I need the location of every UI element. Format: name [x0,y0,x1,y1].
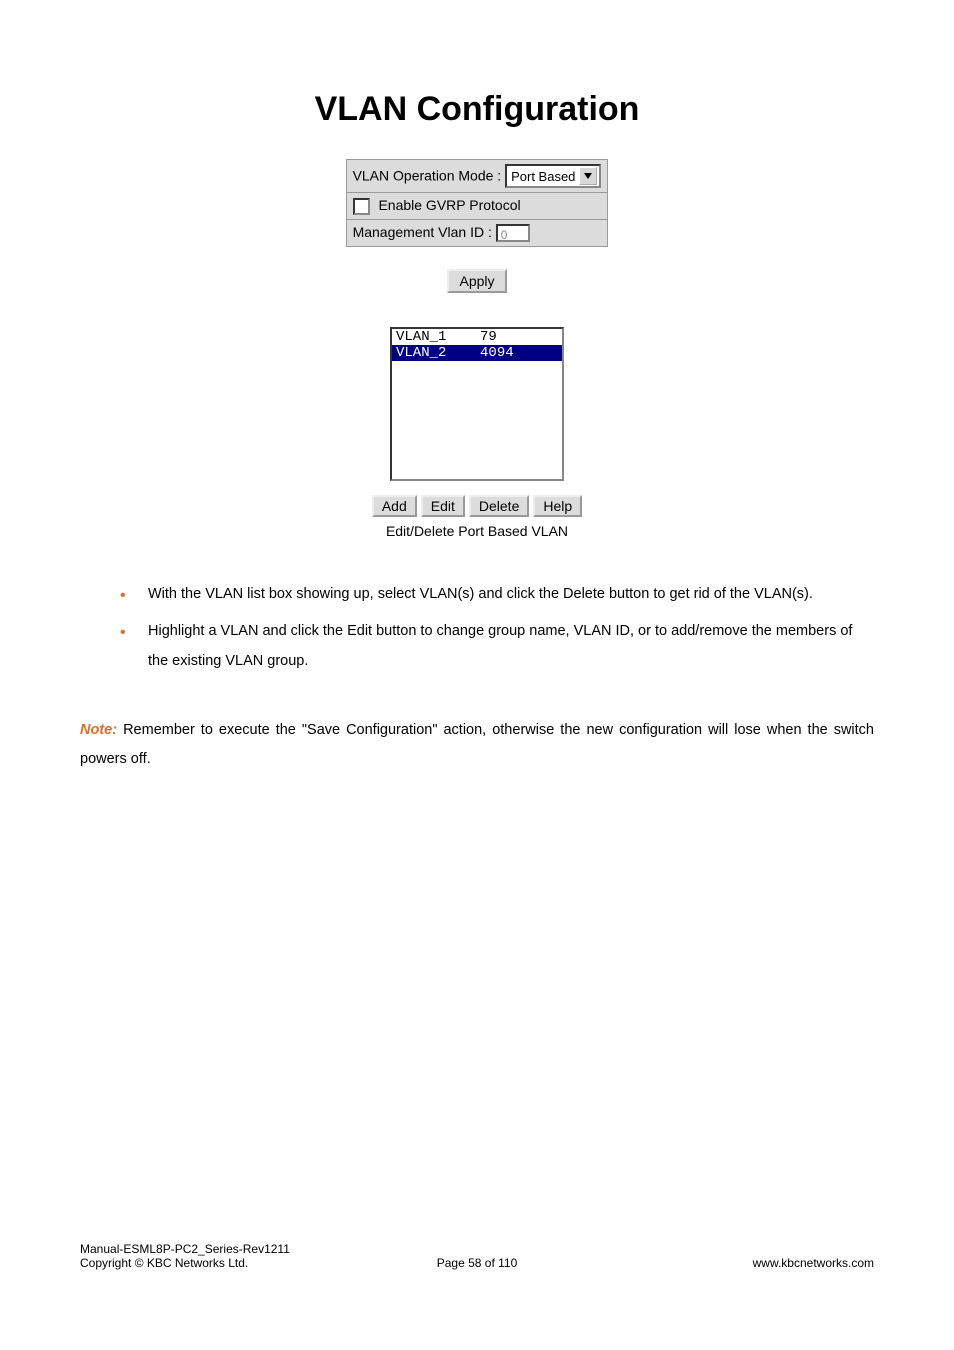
chevron-down-icon[interactable] [579,167,597,185]
config-table: VLAN Operation Mode : Port Based Enable … [346,159,609,247]
mvid-input[interactable]: 0 [496,224,530,242]
config-panel: VLAN Operation Mode : Port Based Enable … [80,159,874,539]
add-button[interactable]: Add [372,495,417,517]
footer-page-number: Page 58 of 110 [80,1256,874,1270]
delete-button[interactable]: Delete [469,495,529,517]
gvrp-checkbox[interactable] [353,198,370,215]
note-label: Note: [80,722,117,738]
note-text: Remember to execute the "Save Configurat… [80,722,874,767]
op-mode-value: Port Based [511,169,575,184]
page-footer: Manual-ESML8P-PC2_Series-Rev1211 Copyrig… [80,1242,874,1270]
page-title: VLAN Configuration [80,90,874,129]
list-item: With the VLAN list box showing up, selec… [120,579,874,609]
apply-button[interactable]: Apply [447,269,506,293]
figure-caption: Edit/Delete Port Based VLAN [386,523,568,539]
footer-manual: Manual-ESML8P-PC2_Series-Rev1211 [80,1242,874,1256]
action-button-row: Add Edit Delete Help [372,495,582,517]
list-item[interactable]: VLAN_1 79 [392,329,562,345]
op-mode-label: VLAN Operation Mode : [353,168,502,184]
list-item: Highlight a VLAN and click the Edit butt… [120,616,874,677]
op-mode-select[interactable]: Port Based [505,164,601,188]
mvid-row: Management Vlan ID : 0 [346,219,608,246]
gvrp-label: Enable GVRP Protocol [378,197,520,213]
help-button[interactable]: Help [533,495,582,517]
list-item[interactable]: VLAN_2 4094 [392,345,562,361]
gvrp-row: Enable GVRP Protocol [346,193,608,220]
instruction-list: With the VLAN list box showing up, selec… [120,579,874,676]
note-paragraph: Note: Remember to execute the "Save Conf… [80,716,874,774]
vlan-listbox[interactable]: VLAN_1 79 VLAN_2 4094 [390,327,564,481]
op-mode-row: VLAN Operation Mode : Port Based [346,160,608,193]
edit-button[interactable]: Edit [421,495,465,517]
mvid-label: Management Vlan ID : [353,224,492,240]
